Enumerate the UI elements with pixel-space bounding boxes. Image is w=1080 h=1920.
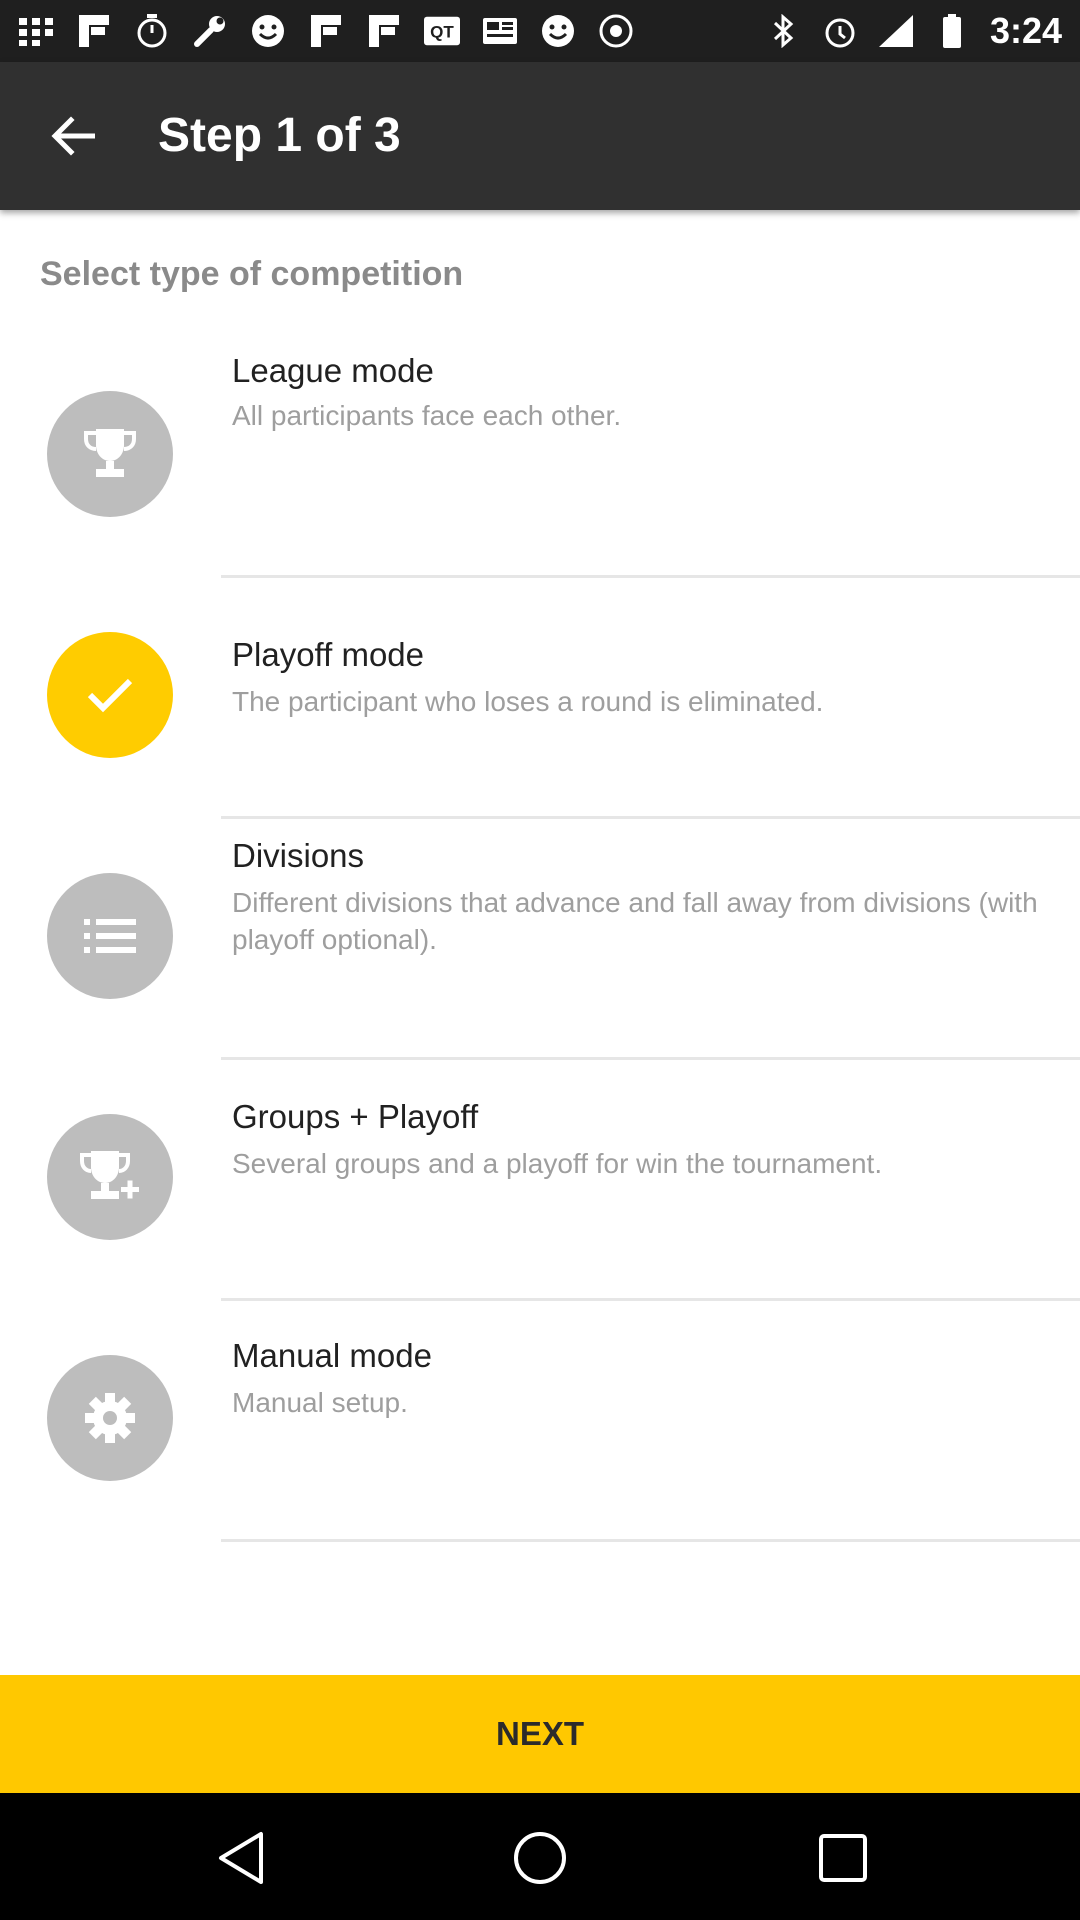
qt-icon: QT	[424, 13, 460, 49]
flipboard-icon	[76, 13, 112, 49]
status-bar: QT 3:24	[0, 0, 1080, 62]
alarm-icon	[822, 13, 858, 49]
apps-icon	[18, 13, 54, 49]
trophy-icon	[47, 391, 173, 517]
trophy-plus-icon	[47, 1114, 173, 1240]
list-item-league-mode[interactable]: League mode All participants face each o…	[0, 337, 1080, 578]
system-status: 3:24	[766, 10, 1062, 52]
timer-icon	[134, 13, 170, 49]
settings-icon	[598, 13, 634, 49]
flipboard-icon	[366, 13, 402, 49]
battery-icon	[934, 13, 970, 49]
item-title: Divisions	[232, 837, 365, 874]
signal-icon	[878, 13, 914, 49]
divider	[221, 1539, 1080, 1542]
list-item-groups-playoff[interactable]: Groups + Playoff Several groups and a pl…	[0, 1060, 1080, 1301]
bluetooth-icon	[766, 13, 802, 49]
section-title: Select type of competition	[40, 255, 464, 293]
notification-icons: QT	[18, 10, 634, 52]
competition-type-list: Select type of competition League mode A…	[0, 210, 1080, 1675]
list-item-manual-mode[interactable]: Manual mode Manual setup.	[0, 1301, 1080, 1542]
nav-back-icon[interactable]	[206, 1823, 276, 1893]
nav-home-icon[interactable]	[505, 1823, 575, 1893]
item-title: Groups + Playoff	[232, 1098, 479, 1135]
item-description: Manual setup.	[232, 1387, 408, 1418]
wrench-icon	[192, 13, 228, 49]
item-description: All participants face each other.	[232, 400, 622, 431]
item-title: Manual mode	[232, 1337, 432, 1374]
item-description: Several groups and a playoff for win the…	[232, 1148, 883, 1179]
check-icon	[47, 632, 173, 758]
flipboard-icon	[308, 13, 344, 49]
system-nav-bar	[0, 1793, 1080, 1920]
list-item-divisions[interactable]: Divisions Different divisions that advan…	[0, 819, 1080, 1060]
item-description: The participant who loses a round is eli…	[232, 686, 824, 717]
list-icon	[47, 873, 173, 999]
smiley-icon	[250, 13, 286, 49]
next-button[interactable]: NEXT	[0, 1675, 1080, 1793]
app-bar: Step 1 of 3	[0, 62, 1080, 210]
back-arrow-icon[interactable]	[38, 106, 108, 166]
svg-text:QT: QT	[430, 23, 454, 42]
nav-recents-icon[interactable]	[808, 1823, 878, 1893]
status-time: 3:24	[989, 10, 1062, 51]
item-title: League mode	[232, 352, 434, 389]
item-description: Different divisions that advance and fal…	[232, 887, 1038, 955]
item-title: Playoff mode	[232, 636, 425, 673]
gear-icon	[47, 1355, 173, 1481]
smiley-icon	[540, 13, 576, 49]
page-title: Step 1 of 3	[158, 109, 401, 162]
newspaper-icon	[482, 13, 518, 49]
list-item-playoff-mode[interactable]: Playoff mode The participant who loses a…	[0, 578, 1080, 819]
